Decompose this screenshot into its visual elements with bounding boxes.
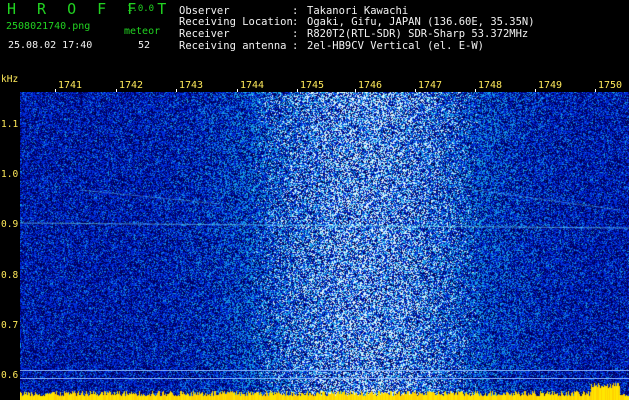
info-key-location: Receiving Location <box>179 16 293 28</box>
y-tick-label: 1.0 <box>1 169 19 180</box>
info-value-observer: Takanori Kawachi <box>307 5 409 17</box>
info-value-receiver: R820T2(RTL-SDR) SDR-Sharp 53.372MHz <box>307 28 529 40</box>
x-tick-label: 1742 <box>119 80 144 91</box>
header-panel: H R O F F T 1.0.0 2508021740.png 25.08.0… <box>0 0 629 72</box>
y-tick-label: 1.1 <box>1 119 19 130</box>
x-tick-label: 1748 <box>478 80 503 91</box>
meteor-label: meteor <box>124 26 161 37</box>
x-tick-label: 1746 <box>358 80 383 91</box>
info-sep-receiver: : <box>292 28 299 40</box>
x-tick-label: 1743 <box>179 80 204 91</box>
y-axis-unit: kHz <box>1 74 19 85</box>
info-value-location: Ogaki, Gifu, JAPAN (136.60E, 35.35N) <box>307 16 535 28</box>
y-tick-label: 0.7 <box>1 320 19 331</box>
file-timestamp: 25.08.02 17:40 <box>8 40 93 51</box>
y-tick-label: 0.9 <box>1 219 19 230</box>
info-key-observer: Observer <box>179 5 230 17</box>
spectrogram-canvas[interactable] <box>20 92 629 400</box>
info-value-antenna: 2el-HB9CV Vertical (el. E-W) <box>307 40 485 52</box>
reference-line-upper <box>20 370 629 371</box>
y-tick-label: 0.6 <box>1 370 19 381</box>
info-key-receiver: Receiver <box>179 28 230 40</box>
info-sep-observer: : <box>292 5 299 17</box>
info-sep-antenna: : <box>292 40 299 52</box>
x-tick-label: 1749 <box>538 80 563 91</box>
info-key-antenna: Receiving antenna <box>179 40 287 52</box>
x-tick-label: 1741 <box>58 80 83 91</box>
meteor-count: 52 <box>138 40 151 51</box>
x-tick-label: 1750 <box>598 80 623 91</box>
app-version: 1.0.0 <box>127 4 155 14</box>
spectrogram-waterfall[interactable] <box>20 92 629 400</box>
x-tick-label: 1747 <box>418 80 443 91</box>
y-axis-frequency: kHz 1.1 1.0 0.9 0.8 0.7 0.6 <box>0 72 20 400</box>
y-tick-label: 0.8 <box>1 270 19 281</box>
info-sep-location: : <box>292 16 299 28</box>
x-tick-label: 1744 <box>240 80 265 91</box>
reference-line-lower <box>20 378 629 379</box>
x-axis-time-ticks: 1741 1742 1743 1744 1745 1746 1747 1748 1749 1750 <box>0 72 629 92</box>
x-tick-label: 1745 <box>300 80 325 91</box>
file-name: 2508021740.png <box>6 21 91 32</box>
